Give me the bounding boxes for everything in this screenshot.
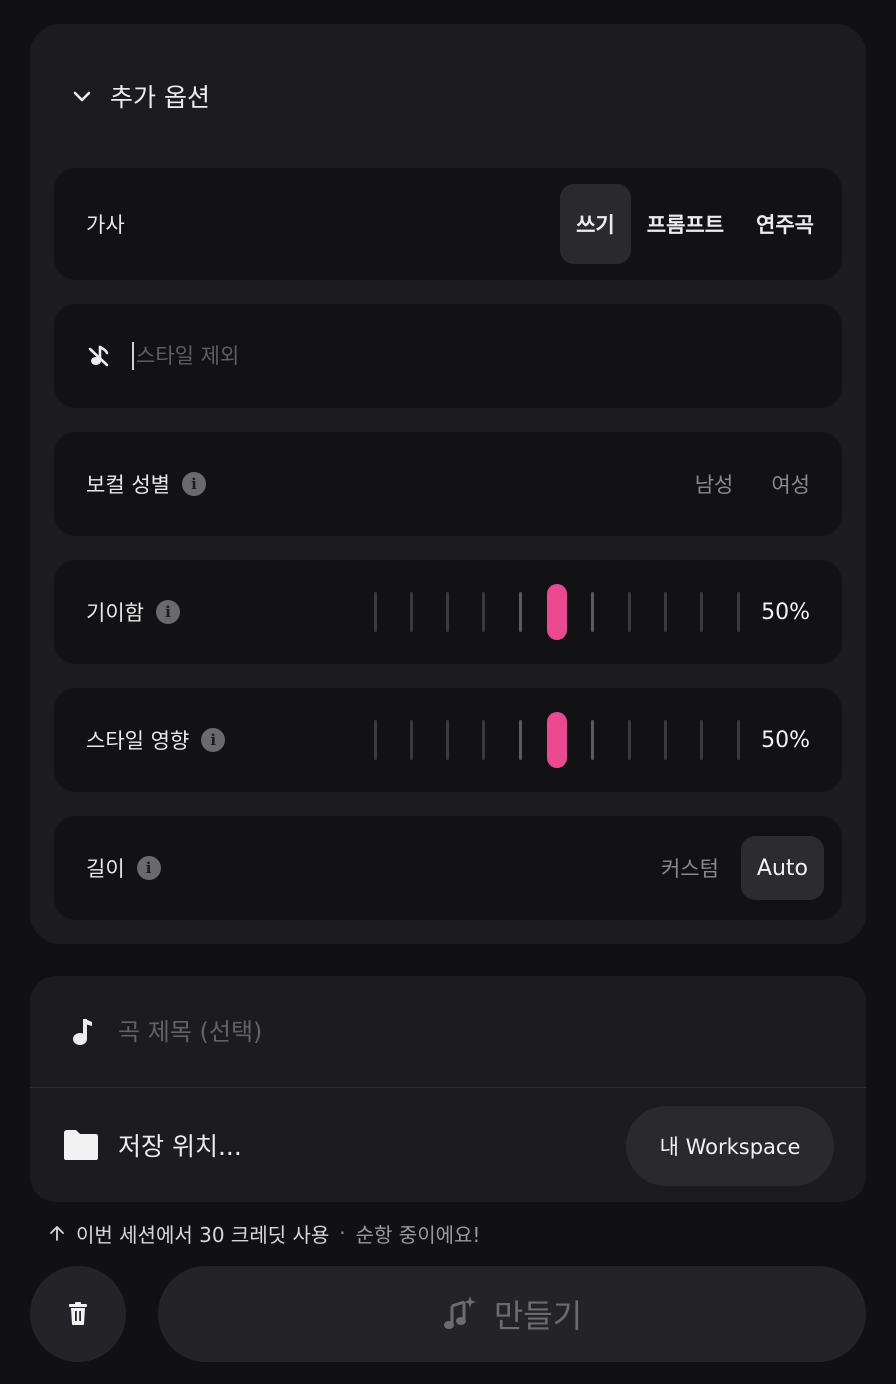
style-influence-value: 50%: [761, 727, 810, 753]
more-options-title: 추가 옵션: [110, 83, 210, 112]
lyrics-mode-write[interactable]: 쓰기: [560, 184, 631, 264]
slider-tick: [446, 592, 450, 632]
slider-tick: [373, 720, 377, 760]
credits-used-text: 이번 세션에서 30 크레딧 사용: [76, 1222, 330, 1247]
vocal-gender-label-group: 보컬 성별 i: [86, 469, 206, 499]
weirdness-slider[interactable]: [351, 560, 740, 664]
weirdness-value: 50%: [761, 599, 810, 625]
workspace-button[interactable]: 내 Workspace: [626, 1106, 834, 1186]
lyrics-mode-prompt[interactable]: 프롬프트: [631, 184, 740, 264]
lyrics-mode-instrumental[interactable]: 연주곡: [740, 184, 830, 264]
slider-tick: [627, 720, 631, 760]
slider-tick: [700, 592, 704, 632]
save-location-label: 저장 위치...: [118, 1132, 242, 1161]
slider-tick: [482, 720, 486, 760]
gender-option-male[interactable]: 남성: [695, 469, 734, 499]
vocal-gender-row: 보컬 성별 i 남성 여성: [54, 432, 842, 536]
lyrics-row: 가사 쓰기 프롬프트 연주곡: [54, 168, 842, 280]
slider-tick: [591, 592, 595, 632]
song-title-input[interactable]: [118, 1017, 718, 1046]
info-icon[interactable]: i: [181, 472, 206, 496]
slider-tick: [409, 720, 413, 760]
gender-option-female[interactable]: 여성: [771, 469, 810, 499]
style-influence-row: 스타일 영향 i 50%: [54, 688, 842, 792]
delete-button[interactable]: [30, 1266, 126, 1362]
vocal-gender-label: 보컬 성별: [86, 473, 170, 497]
text-caret: [132, 342, 134, 370]
slider-handle[interactable]: [546, 712, 567, 768]
length-custom-option[interactable]: 커스텀: [661, 853, 719, 883]
slider-tick: [663, 720, 667, 760]
folder-icon: [64, 1130, 98, 1160]
info-icon[interactable]: i: [136, 856, 161, 880]
slider-tick: [591, 720, 595, 760]
music-sparkle-icon: [443, 1296, 476, 1329]
music-off-icon: [88, 345, 109, 367]
length-label-group: 길이 i: [86, 853, 161, 883]
credits-status: 이번 세션에서 30 크레딧 사용 · 순항 중이에요!: [48, 1216, 480, 1250]
song-details-panel: 저장 위치... 내 Workspace: [30, 976, 866, 1202]
slider-tick: [736, 720, 740, 760]
lyrics-label: 가사: [86, 213, 125, 237]
lyrics-mode-selector: 쓰기 프롬프트 연주곡: [560, 184, 830, 264]
music-note-icon: [73, 1018, 92, 1045]
slider-tick: [409, 592, 413, 632]
slider-tick: [518, 592, 522, 632]
length-options: 커스텀 Auto: [661, 836, 824, 900]
slider-tick: [663, 592, 667, 632]
exclude-styles-input[interactable]: [136, 344, 636, 368]
style-influence-label: 스타일 영향: [86, 729, 190, 753]
trash-icon: [69, 1302, 87, 1325]
length-auto-option[interactable]: Auto: [740, 836, 824, 900]
length-row: 길이 i 커스텀 Auto: [54, 816, 842, 920]
song-title-row: [30, 976, 866, 1088]
weirdness-label: 기이함: [86, 601, 144, 625]
slider-tick: [627, 592, 631, 632]
create-label: 만들기: [493, 1297, 583, 1335]
info-icon[interactable]: i: [201, 728, 226, 752]
weirdness-label-group: 기이함 i: [86, 597, 180, 627]
slider-tick: [373, 592, 377, 632]
more-options-toggle[interactable]: 추가 옵션: [70, 78, 210, 114]
create-button[interactable]: 만들기: [158, 1266, 866, 1362]
more-options-panel: 추가 옵션 가사 쓰기 프롬프트 연주곡 보컬 성별 i 남성 여성: [30, 24, 866, 944]
weirdness-row: 기이함 i 50%: [54, 560, 842, 664]
slider-tick: [736, 592, 740, 632]
exclude-styles-row: [54, 304, 842, 408]
credits-separator: ·: [339, 1221, 346, 1245]
style-influence-label-group: 스타일 영향 i: [86, 725, 226, 755]
chevron-down-icon: [73, 91, 91, 102]
slider-handle[interactable]: [546, 584, 567, 640]
slider-tick: [482, 592, 486, 632]
save-location-row: 저장 위치... 내 Workspace: [30, 1088, 866, 1202]
slider-tick: [700, 720, 704, 760]
credits-status-text: 순항 중이에요!: [355, 1222, 481, 1247]
slider-tick: [518, 720, 522, 760]
arrow-up-icon: [50, 1226, 64, 1241]
slider-tick: [446, 720, 450, 760]
info-icon[interactable]: i: [155, 600, 180, 624]
style-influence-slider[interactable]: [351, 688, 740, 792]
length-label: 길이: [86, 857, 125, 881]
vocal-gender-options: 남성 여성: [695, 469, 810, 499]
